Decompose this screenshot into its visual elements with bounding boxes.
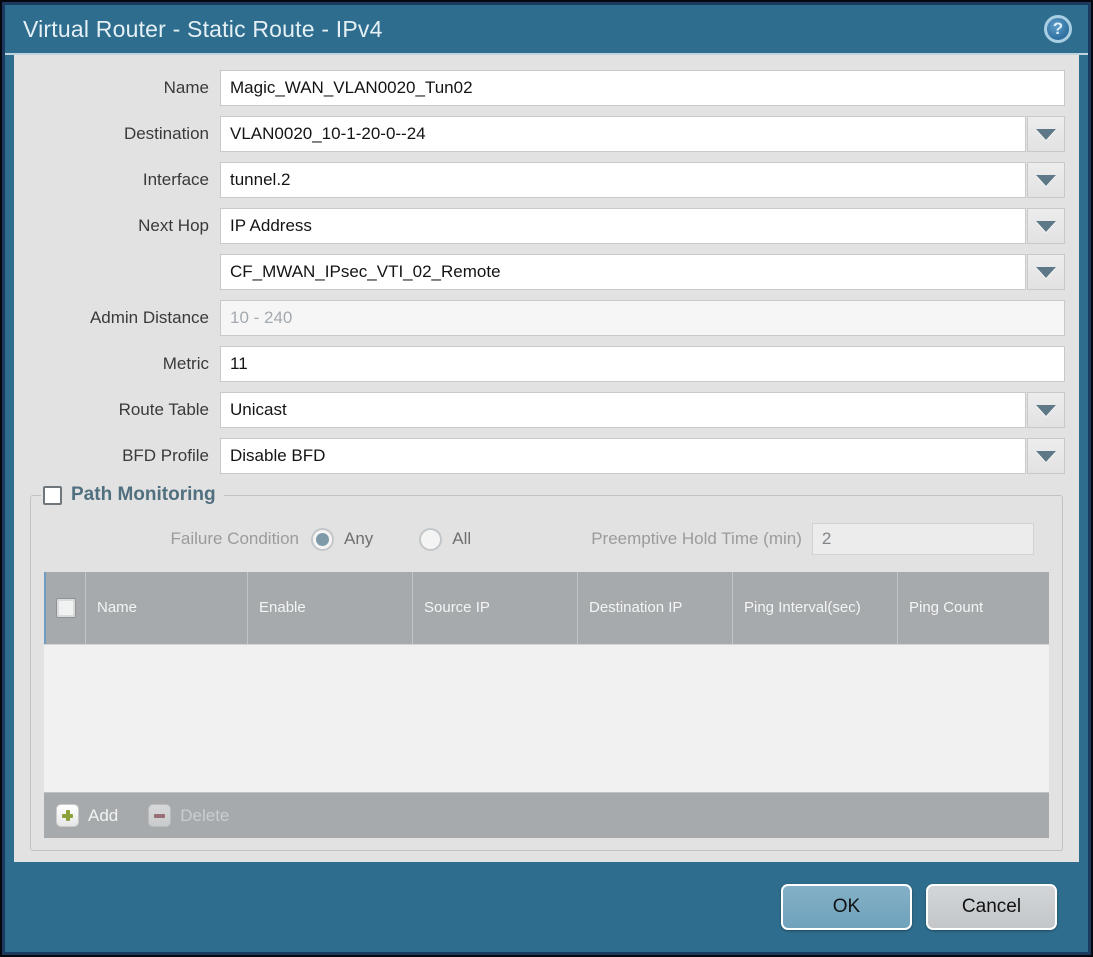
column-header-name[interactable]: Name [86,572,248,644]
form-row-next-hop: Next Hop [28,208,1065,244]
plus-icon [56,804,79,827]
help-icon[interactable]: ? [1044,15,1072,43]
column-header-enable[interactable]: Enable [248,572,413,644]
column-header-source-ip[interactable]: Source IP [413,572,578,644]
next-hop-address-dropdown-button[interactable] [1027,254,1065,290]
dialog-title: Virtual Router - Static Route - IPv4 [23,16,383,43]
bfd-profile-dropdown-button[interactable] [1027,438,1065,474]
path-monitoring-title: Path Monitoring [71,484,216,506]
next-hop-type-input[interactable] [220,208,1026,244]
form-row-metric: Metric [28,346,1065,382]
path-monitoring-checkbox[interactable] [43,486,62,505]
minus-icon [148,804,171,827]
name-label: Name [28,78,220,98]
radio-selected-dot [316,533,329,546]
any-radio-label: Any [344,529,373,549]
route-table-dropdown-button[interactable] [1027,392,1065,428]
interface-dropdown-button[interactable] [1027,162,1065,198]
all-radio-label: All [452,529,471,549]
dialog-window: Virtual Router - Static Route - IPv4 ? N… [2,2,1091,955]
form-row-admin-distance: Admin Distance [28,300,1065,336]
form-row-bfd-profile: BFD Profile [28,438,1065,474]
destination-label: Destination [28,124,220,144]
route-table-input[interactable] [220,392,1026,428]
add-button[interactable]: Add [56,804,118,827]
delete-button[interactable]: Delete [148,804,229,827]
chevron-down-icon [1036,405,1056,416]
preemptive-hold-time-label: Preemptive Hold Time (min) [591,529,802,549]
chevron-down-icon [1036,129,1056,140]
form-row-interface: Interface [28,162,1065,198]
admin-distance-input[interactable] [220,300,1065,336]
form-row-name: Name [28,70,1065,106]
form-row-next-hop-address [28,254,1065,290]
chevron-down-icon [1036,451,1056,462]
form-row-destination: Destination [28,116,1065,152]
column-header-destination-ip[interactable]: Destination IP [578,572,733,644]
column-header-ping-interval[interactable]: Ping Interval(sec) [733,572,898,644]
interface-input[interactable] [220,162,1026,198]
name-input[interactable] [220,70,1065,106]
dialog-content: Name Destination Interface [14,55,1079,862]
path-monitoring-table: Name Enable Source IP Destination IP Pin… [44,572,1049,838]
failure-condition-all-radio[interactable] [419,528,442,551]
bfd-profile-label: BFD Profile [28,446,220,466]
failure-condition-any-radio[interactable] [311,528,334,551]
form-row-route-table: Route Table [28,392,1065,428]
path-monitoring-section: Path Monitoring Failure Condition Any Al… [30,484,1063,851]
chevron-down-icon [1036,267,1056,278]
route-table-label: Route Table [28,400,220,420]
path-monitoring-legend: Path Monitoring [41,484,224,506]
next-hop-label: Next Hop [28,216,220,236]
preemptive-hold-time-input[interactable] [812,523,1034,555]
add-button-label: Add [88,806,118,826]
chevron-down-icon [1036,221,1056,232]
title-bar: Virtual Router - Static Route - IPv4 ? [5,5,1088,55]
destination-input[interactable] [220,116,1026,152]
metric-input[interactable] [220,346,1065,382]
ok-button[interactable]: OK [781,884,912,930]
column-header-ping-count[interactable]: Ping Count [898,572,1049,644]
table-header-row: Name Enable Source IP Destination IP Pin… [44,572,1049,644]
next-hop-type-dropdown-button[interactable] [1027,208,1065,244]
failure-condition-row: Failure Condition Any All Preemptive Hol… [39,523,1054,555]
admin-distance-label: Admin Distance [28,308,220,328]
dialog-footer: OK Cancel [5,862,1088,952]
metric-label: Metric [28,354,220,374]
chevron-down-icon [1036,175,1056,186]
table-header-checkbox-cell [46,572,86,644]
cancel-button[interactable]: Cancel [926,884,1057,930]
select-all-checkbox[interactable] [56,598,76,618]
next-hop-address-input[interactable] [220,254,1026,290]
screen: Virtual Router - Static Route - IPv4 ? N… [0,0,1093,957]
bfd-profile-input[interactable] [220,438,1026,474]
interface-label: Interface [28,170,220,190]
destination-dropdown-button[interactable] [1027,116,1065,152]
table-toolbar: Add Delete [44,792,1049,838]
delete-button-label: Delete [180,806,229,826]
table-body-empty [44,644,1049,792]
failure-condition-label: Failure Condition [39,529,311,549]
